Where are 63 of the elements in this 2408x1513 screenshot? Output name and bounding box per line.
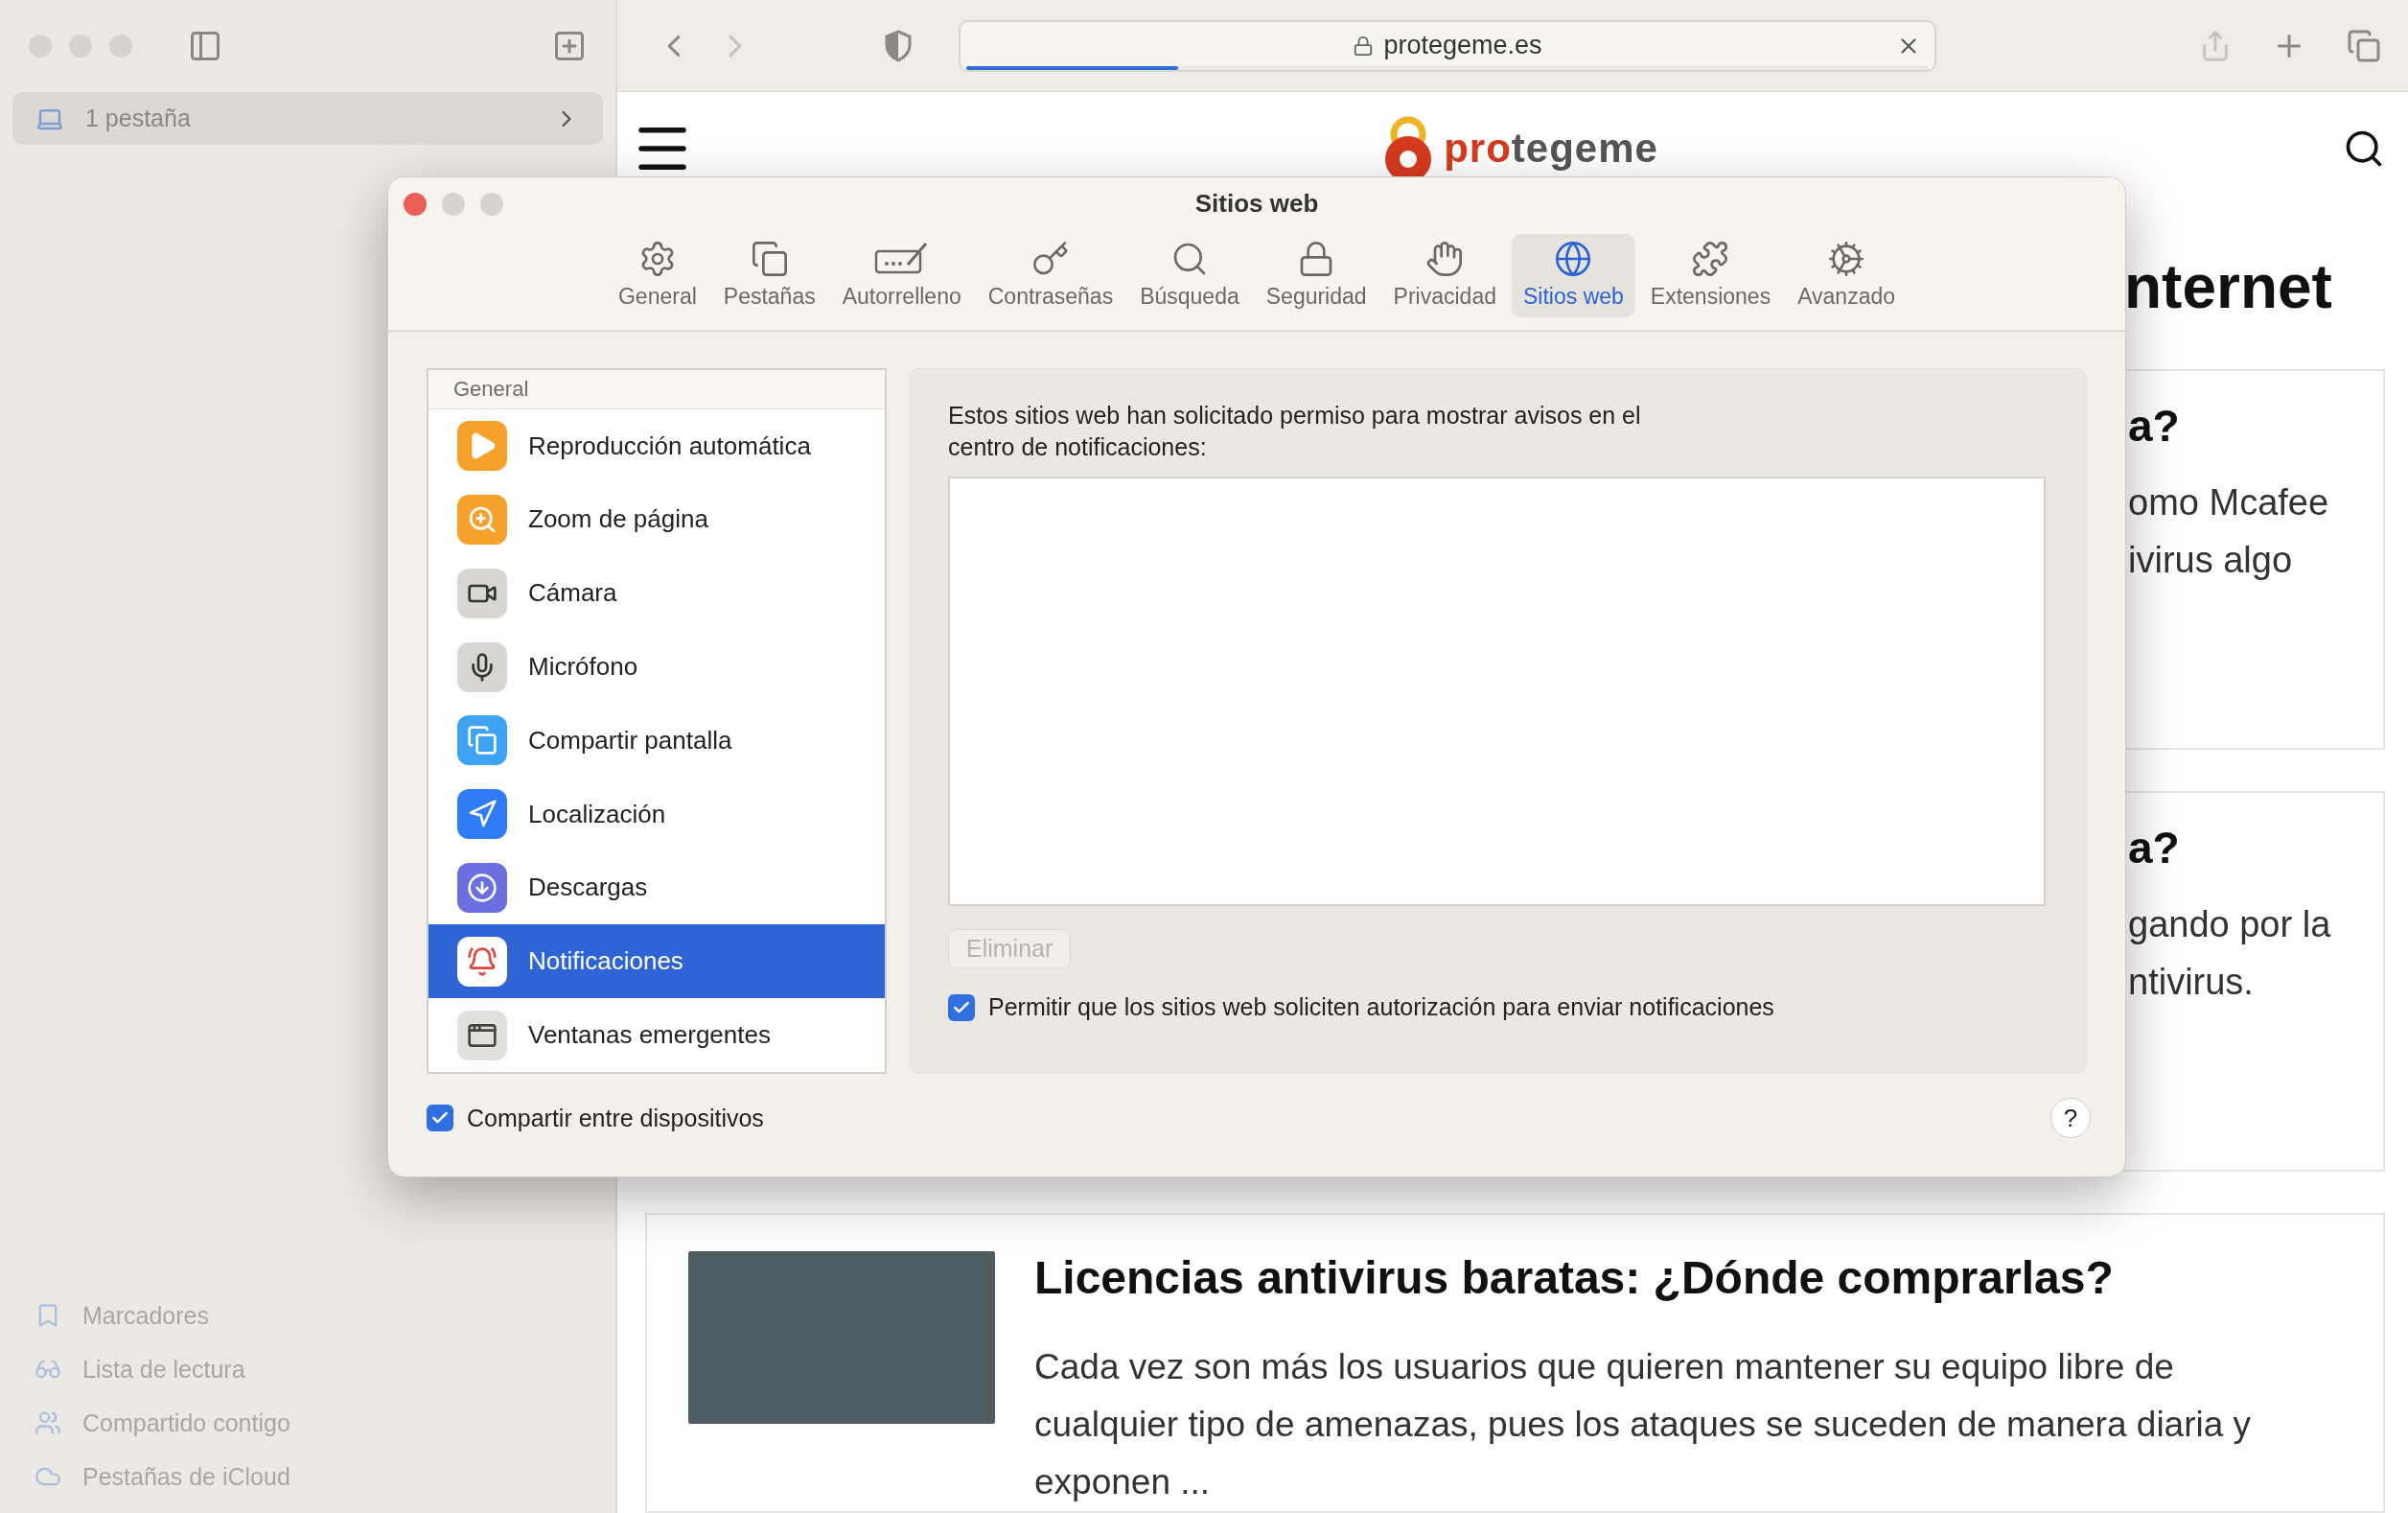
window-icon [457,1010,507,1060]
window-button[interactable] [442,193,465,216]
panel-description: Estos sitios web han solicitado permiso para mostrar avisos en el centro de notificaciones: [948,401,1642,462]
people-icon [35,1409,61,1436]
list-item[interactable]: Micrófono [428,630,885,704]
bell-icon [457,936,507,987]
sidebar-icon [188,29,222,63]
globe-icon [1554,240,1593,278]
toolbar-tab[interactable]: Extensiones [1638,234,1783,317]
toolbar-tab[interactable]: Privacidad [1381,234,1508,317]
toolbar-tab[interactable]: Autorrelleno [830,234,973,317]
toolbar-tab[interactable]: Contraseñas [976,234,1125,317]
screen-share-icon [457,715,507,766]
toolbar-tab[interactable]: General [606,234,708,317]
toolbar-tab[interactable]: Sitios web [1512,234,1635,317]
window-button[interactable] [480,193,503,216]
puzzle-icon [1691,240,1730,278]
list-item[interactable]: Localización [428,777,885,851]
card-text: omo Mcafee [2128,480,2330,524]
checkbox[interactable] [948,993,975,1021]
checkbox-label: Compartir entre dispositivos [467,1104,764,1132]
hand-icon [1425,240,1465,278]
camera-icon [457,568,507,618]
shield-icon[interactable] [884,29,913,62]
toolbar-tab[interactable]: Avanzado [1786,234,1908,317]
toolbar-tab[interactable]: Búsqueda [1128,234,1251,317]
card-text: ivirus algo [2128,538,2294,582]
page-heading: nternet [2124,251,2332,322]
help-button[interactable]: ? [2050,1098,2091,1138]
new-tab-group-icon [552,29,587,63]
tabs-overview-icon [2347,28,2381,63]
tab-group-item[interactable]: 1 pestaña [12,92,603,145]
play-icon [457,421,507,471]
article-excerpt: Cada vez son más los usuarios que quieren mantener su equipo libre de cualquier tipo de amenazas, pues los ataques se suceden de manera diaria y exponen ... [1034,1346,2253,1503]
gears-icon [1827,240,1866,278]
website-list[interactable] [948,477,2046,906]
logo-text: protegeme [1444,125,1658,172]
toolbar-tab[interactable]: Seguridad [1254,234,1378,317]
tab-group-label: 1 pestaña [85,105,191,132]
copy-icon [750,240,789,278]
window-title: Sitios web [1194,189,1319,219]
address-field[interactable]: protegeme.es [959,19,1936,72]
download-icon [457,863,507,913]
list-item[interactable]: Notificaciones [428,924,885,999]
article-title[interactable]: Licencias antivirus baratas: ¿Dónde comprarlas? [1034,1251,2319,1304]
list-item[interactable]: Zoom de página [428,482,885,557]
close-button[interactable] [404,193,427,216]
list-item[interactable]: Cámara [428,556,885,631]
list-item[interactable]: Reproducción automática [428,408,885,483]
list-header: General [428,370,885,409]
card-title: a? [2128,821,2181,873]
list-item[interactable]: Compartir pantalla [428,703,885,778]
microphone-icon [457,641,507,692]
card-text: ntivirus. [2128,960,2255,1004]
lock-icon [1353,35,1375,57]
checkbox[interactable] [427,1105,453,1131]
zoom-icon [457,494,507,545]
card-text: gando por la [2128,902,2332,946]
list-item[interactable]: Ventanas emergentes [428,998,885,1073]
toolbar-tab[interactable]: Pestañas [711,234,827,317]
card-title: a? [2128,399,2181,452]
checkbox-label: Permitir que los sitios web soliciten autorización para enviar notificaciones [988,993,1774,1021]
list-item[interactable]: Descargas [428,850,885,925]
